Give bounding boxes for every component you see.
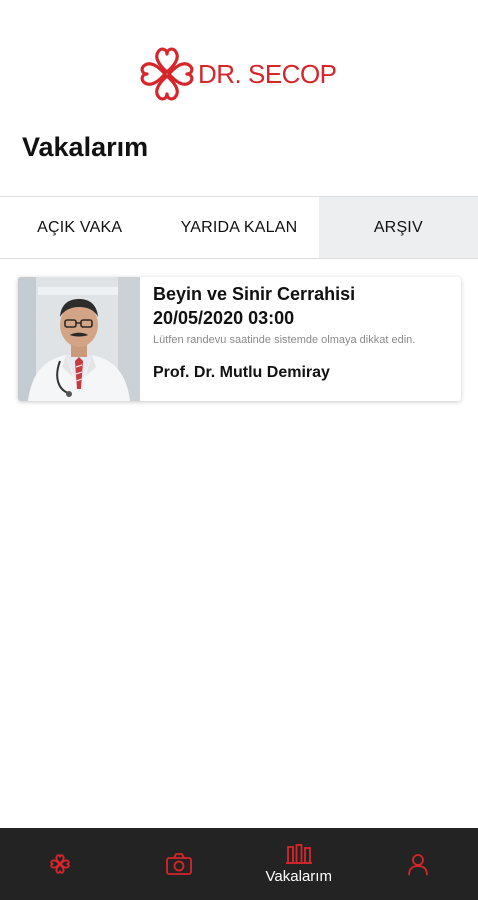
nav-vakalarim-label: Vakalarım [265, 868, 332, 885]
doctor-photo [18, 277, 140, 401]
case-card[interactable]: Beyin ve Sinir Cerrahisi 20/05/2020 03:0… [18, 277, 461, 401]
case-datetime: 20/05/2020 03:00 [153, 308, 295, 328]
clover-logo-icon [50, 854, 70, 874]
brand-logo: DR. SECOP [134, 40, 348, 108]
nav-profile[interactable] [359, 828, 478, 900]
case-card-body: Beyin ve Sinir Cerrahisi 20/05/2020 03:0… [140, 277, 415, 401]
app-header: DR. SECOP Vakalarım [0, 0, 478, 162]
tab-acik-vaka[interactable]: AÇIK VAKA [0, 197, 159, 258]
bottom-navigation: Vakalarım [0, 828, 478, 900]
nav-vakalarim[interactable]: Vakalarım [239, 828, 359, 900]
case-department: Beyin ve Sinir Cerrahisi [153, 284, 356, 304]
case-note: Lütfen randevu saatinde sistemde olmaya … [153, 334, 416, 346]
case-tabs: AÇIK VAKA YARIDA KALAN ARŞIV [0, 196, 478, 259]
clover-logo-icon [140, 47, 194, 101]
nav-camera[interactable] [120, 828, 240, 900]
page-title: Vakalarım [22, 132, 149, 162]
camera-icon [166, 853, 193, 875]
cases-icon [285, 844, 312, 864]
profile-icon [408, 854, 429, 876]
tab-arsiv[interactable]: ARŞIV [318, 197, 478, 258]
case-doctor: Prof. Dr. Mutlu Demiray [153, 364, 330, 381]
doctor-portrait-image [18, 277, 140, 401]
brand-logo-text: DR. SECOP [198, 58, 337, 89]
nav-home[interactable] [0, 828, 120, 900]
tab-yarida-kalan[interactable]: YARIDA KALAN [159, 197, 318, 258]
